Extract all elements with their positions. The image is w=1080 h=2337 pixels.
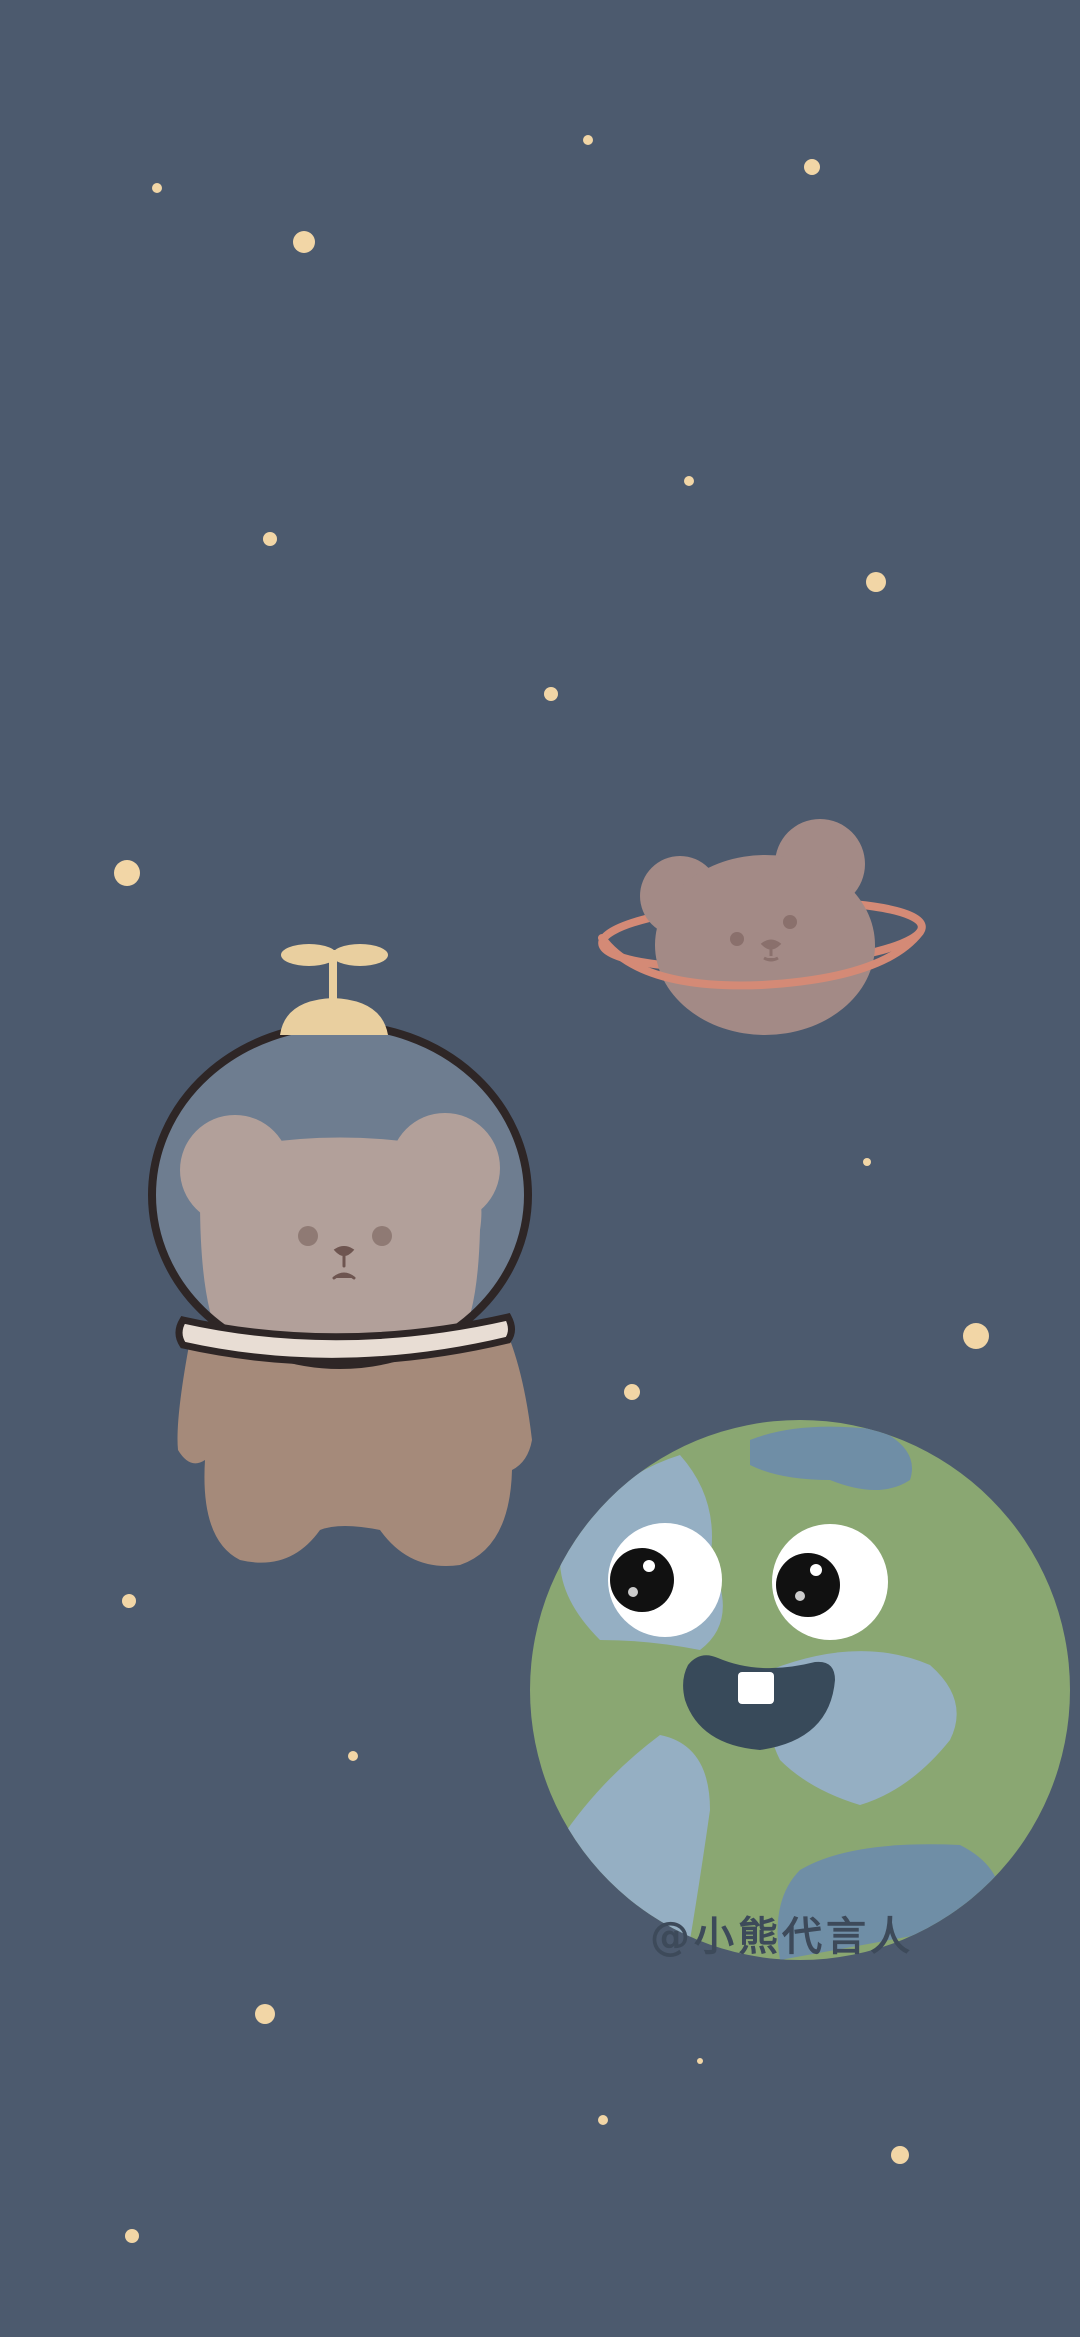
astronaut-bear-eye-right — [372, 1226, 392, 1246]
propeller-blade-right — [332, 944, 388, 966]
bear-planet-eye-left — [730, 932, 744, 946]
astronaut-bear-head — [199, 1137, 482, 1340]
star-18 — [891, 2146, 909, 2164]
star-17 — [598, 2115, 608, 2125]
star-4 — [293, 231, 315, 253]
star-8 — [544, 687, 558, 701]
star-12 — [624, 1384, 640, 1400]
star-7 — [866, 572, 886, 592]
star-11 — [963, 1323, 989, 1349]
star-10 — [863, 1158, 871, 1166]
earth-eye-right-highlight-small — [795, 1591, 805, 1601]
star-16 — [697, 2058, 703, 2064]
star-19 — [125, 2229, 139, 2243]
star-5 — [684, 476, 694, 486]
star-9 — [114, 860, 140, 886]
star-13 — [122, 1594, 136, 1608]
earth-pupil-left — [610, 1548, 674, 1612]
earth-tooth — [738, 1672, 774, 1704]
earth-pupil-right — [776, 1553, 840, 1617]
propeller-blade-left — [281, 944, 337, 966]
space-wallpaper-scene: @小熊代言人 — [0, 0, 1080, 2337]
star-1 — [583, 135, 593, 145]
star-14 — [348, 1751, 358, 1761]
star-3 — [152, 183, 162, 193]
star-6 — [263, 532, 277, 546]
astronaut-bear-eye-left — [298, 1226, 318, 1246]
smiling-earth — [530, 1420, 1070, 1960]
bear-planet-eye-right — [783, 915, 797, 929]
watermark-text: @小熊代言人 — [650, 1914, 914, 1960]
earth-eye-right-highlight — [810, 1564, 822, 1576]
earth-eye-left-highlight-small — [628, 1587, 638, 1597]
star-2 — [804, 159, 820, 175]
earth-eye-left-highlight — [643, 1560, 655, 1572]
watermark-signature: @小熊代言人 — [650, 1914, 914, 1960]
star-15 — [255, 2004, 275, 2024]
